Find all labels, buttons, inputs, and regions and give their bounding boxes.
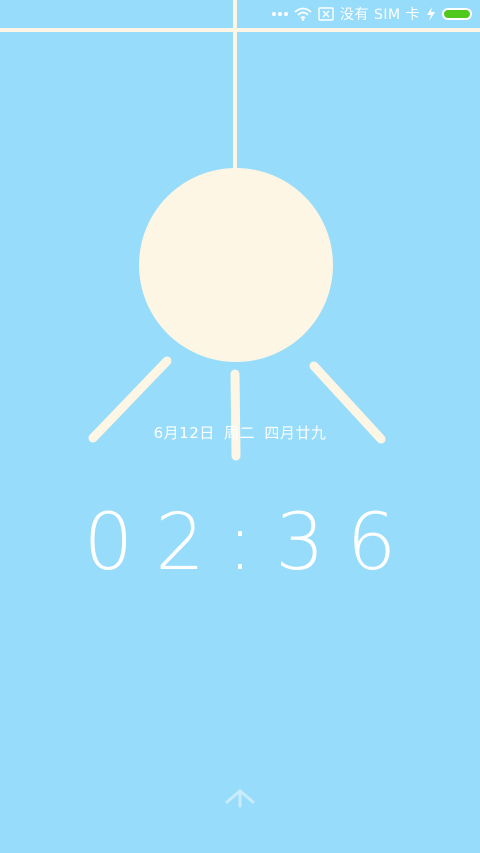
lunar-date-text: 四月廿九: [264, 424, 327, 442]
date-text: 6月12日: [153, 424, 215, 442]
battery-level: [444, 10, 470, 18]
status-bar: 没有 SIM 卡: [0, 0, 480, 28]
carrier-label: 没有 SIM 卡: [340, 7, 420, 23]
status-icons: 没有 SIM 卡: [272, 4, 472, 24]
lockscreen-clock: 02:36: [0, 495, 480, 591]
clock-time: 02:36: [83, 498, 419, 588]
battery-icon: [442, 8, 472, 20]
no-sim-icon: [318, 7, 334, 21]
chevron-up-icon[interactable]: [224, 786, 256, 808]
light-ray-center: [230, 369, 241, 461]
wifi-icon: [294, 7, 312, 21]
more-dots-icon: [272, 12, 288, 16]
weekday-text: 周二: [224, 424, 256, 442]
lamp-bulb: [139, 168, 333, 362]
charging-bolt-icon: [427, 7, 435, 21]
lockscreen-date: 6月12日 周二 四月廿九: [0, 422, 480, 443]
